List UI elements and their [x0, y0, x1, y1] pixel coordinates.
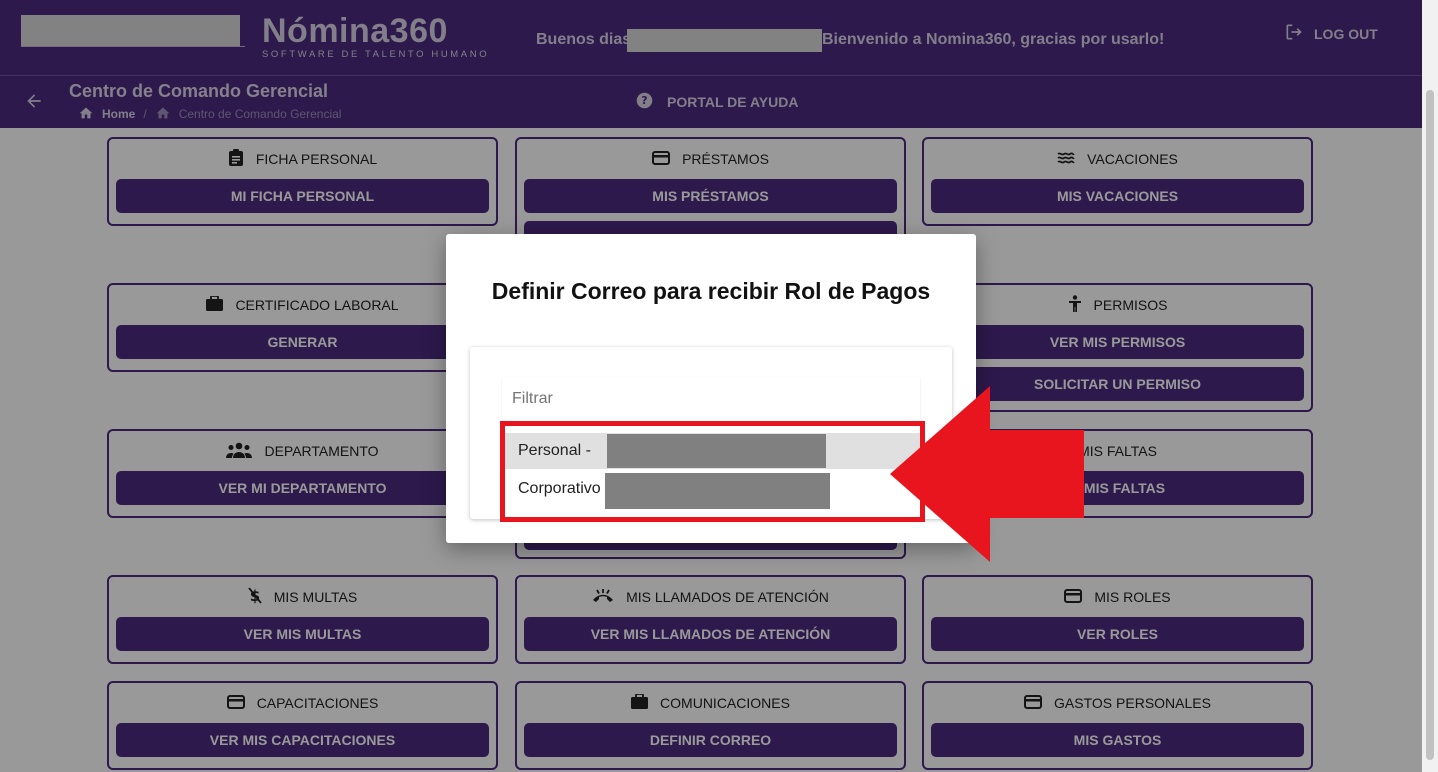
filter-input[interactable]	[502, 377, 920, 421]
scrollbar-thumb[interactable]	[1426, 90, 1434, 760]
dialog-title: Definir Correo para recibir Rol de Pagos	[491, 278, 931, 304]
highlight-box	[500, 421, 925, 522]
page-scrollbar[interactable]	[1422, 0, 1438, 772]
pointer-arrow-icon	[890, 386, 1084, 562]
